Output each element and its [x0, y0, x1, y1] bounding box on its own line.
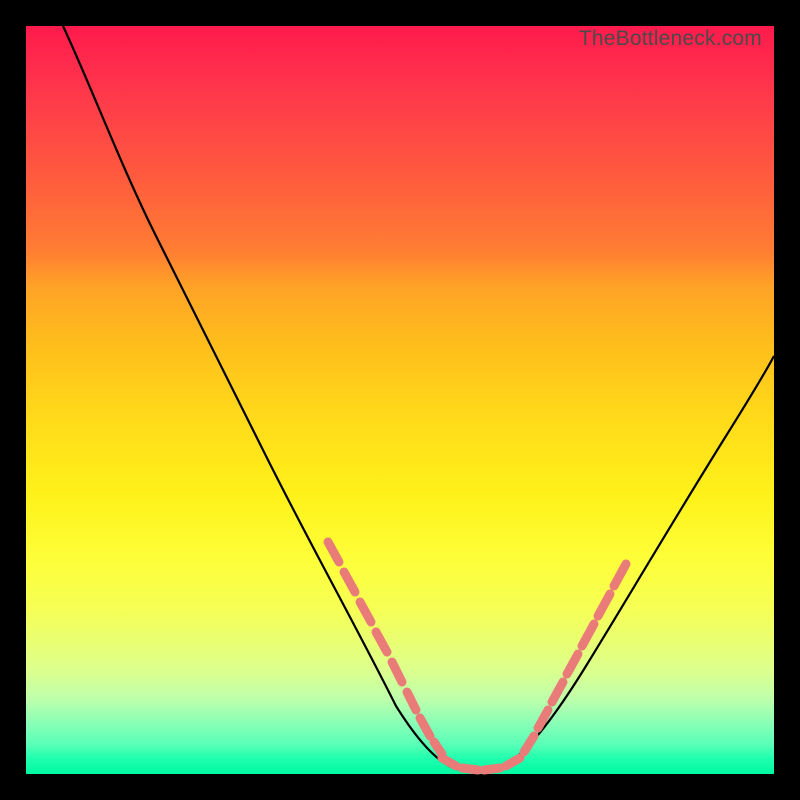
highlight-left-group: [328, 542, 442, 754]
plot-area: TheBottleneck.com: [26, 26, 774, 774]
highlight-floor-group: [442, 758, 520, 770]
highlight-right-group: [524, 564, 626, 752]
curve-layer: [26, 26, 774, 774]
curve-left: [63, 26, 456, 769]
chart-frame: TheBottleneck.com: [0, 0, 800, 800]
curve-right: [496, 356, 774, 769]
